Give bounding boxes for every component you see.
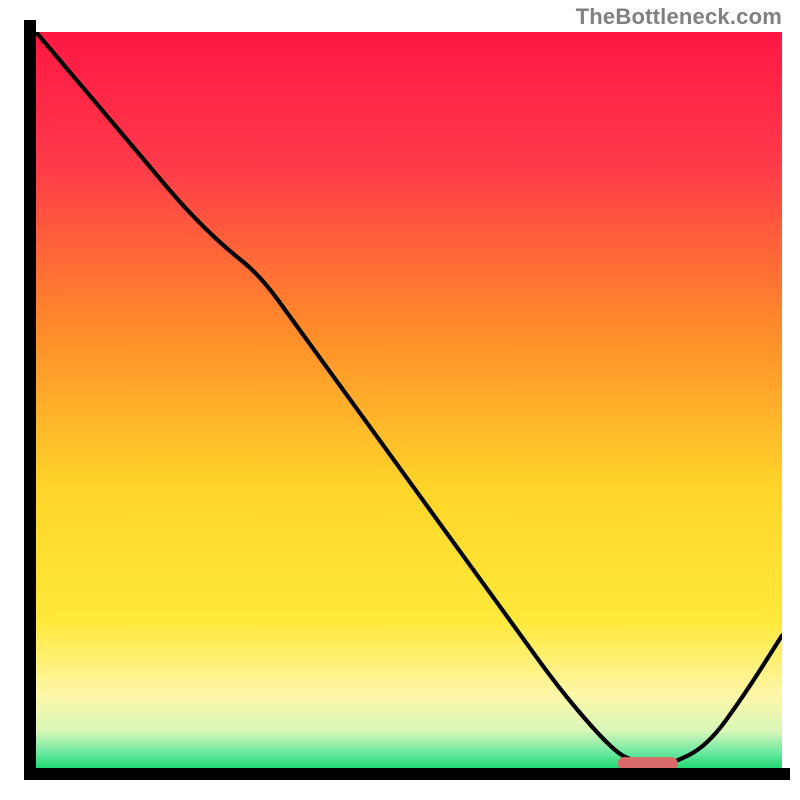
bottleneck-chart: [0, 0, 800, 800]
attribution-label: TheBottleneck.com: [576, 4, 782, 30]
chart-container: { "attribution": "TheBottleneck.com", "c…: [0, 0, 800, 800]
axis-left: [24, 20, 36, 780]
plot-background: [36, 32, 782, 768]
axis-bottom: [24, 768, 790, 780]
